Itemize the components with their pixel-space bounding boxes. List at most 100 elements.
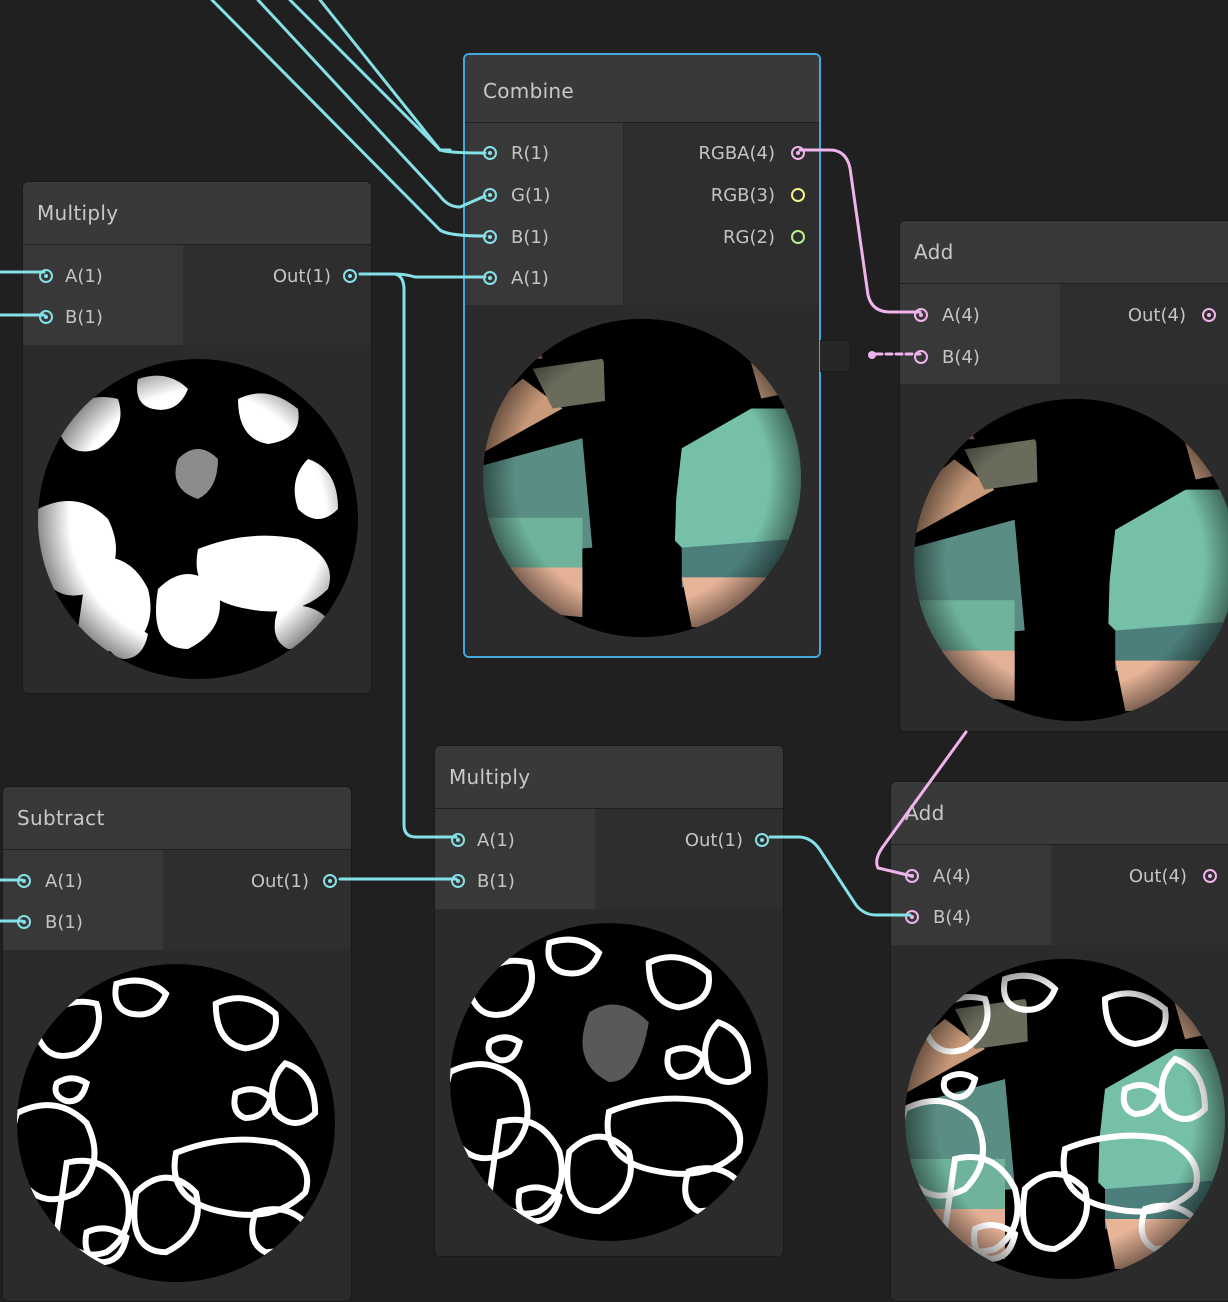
- port-pin-icon[interactable]: [791, 188, 805, 202]
- port-section: A(1) B(1) Out(1): [23, 245, 371, 346]
- output-port-rg[interactable]: RG(2): [723, 225, 805, 251]
- input-ports: A(4) B(4): [891, 845, 1053, 945]
- node-title[interactable]: Multiply: [23, 182, 371, 245]
- wire-multiply-to-add-b[interactable]: [768, 835, 912, 917]
- port-pin-icon[interactable]: [17, 915, 31, 929]
- input-port-b[interactable]: B(1): [483, 225, 549, 251]
- input-port-a[interactable]: A(1): [17, 869, 83, 895]
- input-port-b[interactable]: B(1): [17, 910, 83, 936]
- multiply-node-bottom[interactable]: Multiply A(1) B(1) Out(1): [434, 745, 784, 1257]
- port-label: B(4): [933, 907, 971, 928]
- subtract-node[interactable]: Subtract A(1) B(1) Out(1): [2, 786, 352, 1302]
- input-ports: A(4) B(4): [900, 284, 1062, 384]
- outline-mask-sphere-preview: [450, 923, 768, 1241]
- port-pin-icon[interactable]: [905, 869, 919, 883]
- default-value-pin-icon[interactable]: [868, 351, 876, 359]
- port-label: A(1): [511, 268, 549, 289]
- port-section: A(1) B(1) Out(1): [3, 850, 351, 951]
- output-ports: RGBA(4) RGB(3) RG(2): [625, 123, 819, 305]
- output-ports: Out(4): [1060, 284, 1228, 384]
- input-port-a[interactable]: A(1): [39, 264, 103, 290]
- port-label: A(4): [933, 866, 971, 887]
- port-section: A(4) B(4) Out(4): [900, 284, 1228, 385]
- port-label: Out(1): [684, 830, 743, 851]
- node-title[interactable]: Add: [891, 782, 1228, 845]
- port-label: A(1): [477, 830, 515, 851]
- outlined-colored-sphere-preview: [905, 959, 1225, 1279]
- port-label: Out(4): [1128, 866, 1187, 887]
- port-pin-icon[interactable]: [451, 833, 465, 847]
- port-pin-icon[interactable]: [755, 833, 769, 847]
- port-section: A(1) B(1) Out(1): [435, 809, 783, 910]
- outline-mask-sphere-preview: [17, 964, 335, 1282]
- output-ports: Out(4): [1051, 845, 1228, 945]
- input-port-a[interactable]: A(4): [905, 864, 971, 890]
- combine-node[interactable]: Combine R(1) G(1) B(1) A(1) RGBA(4) RGB(…: [463, 53, 821, 658]
- node-title[interactable]: Subtract: [3, 787, 351, 850]
- port-pin-icon[interactable]: [905, 910, 919, 924]
- mask-sphere-preview: [38, 359, 358, 679]
- port-pin-icon[interactable]: [483, 230, 497, 244]
- node-title[interactable]: Add: [900, 221, 1228, 284]
- input-port-b[interactable]: B(1): [39, 305, 103, 331]
- input-ports: A(1) B(1): [23, 245, 185, 345]
- input-port-b[interactable]: B(4): [914, 345, 980, 371]
- input-port-a[interactable]: A(1): [483, 266, 549, 292]
- port-label: RG(2): [723, 227, 775, 248]
- output-port-rgb[interactable]: RGB(3): [711, 183, 805, 209]
- input-ports: A(1) B(1): [435, 809, 597, 909]
- preview-panel: [891, 945, 1228, 1301]
- input-port-a[interactable]: A(4): [914, 303, 980, 329]
- output-port-out[interactable]: Out(4): [1128, 303, 1216, 329]
- input-port-g[interactable]: G(1): [483, 183, 550, 209]
- port-pin-icon[interactable]: [483, 188, 497, 202]
- input-port-b[interactable]: B(1): [451, 869, 515, 895]
- preview-panel: [465, 305, 819, 656]
- output-port-out[interactable]: Out(1): [685, 828, 769, 854]
- port-pin-icon[interactable]: [39, 310, 53, 324]
- preview-panel: [23, 345, 371, 693]
- port-pin-icon[interactable]: [17, 874, 31, 888]
- port-pin-icon[interactable]: [343, 269, 357, 283]
- input-port-b[interactable]: B(4): [905, 905, 971, 931]
- preview-panel: [900, 384, 1228, 731]
- default-value-field[interactable]: [820, 340, 851, 372]
- port-pin-icon[interactable]: [39, 269, 53, 283]
- preview-panel: [435, 909, 783, 1256]
- add-node-top[interactable]: Add A(4) B(4) Out(4): [899, 220, 1228, 732]
- preview-panel: [3, 950, 351, 1301]
- port-pin-icon[interactable]: [323, 874, 337, 888]
- output-port-out[interactable]: Out(1): [273, 264, 357, 290]
- output-port-out[interactable]: Out(4): [1129, 864, 1217, 890]
- input-ports: R(1) G(1) B(1) A(1): [465, 123, 623, 305]
- output-port-out[interactable]: Out(1): [251, 869, 337, 895]
- wire-top[interactable]: [318, 0, 452, 152]
- add-node-bottom[interactable]: Add A(4) B(4) Out(4): [890, 781, 1228, 1302]
- port-pin-icon[interactable]: [914, 308, 928, 322]
- output-ports: Out(1): [595, 809, 783, 909]
- output-ports: Out(1): [183, 245, 371, 345]
- input-ports: A(1) B(1): [3, 850, 165, 950]
- port-pin-icon[interactable]: [1202, 308, 1216, 322]
- input-port-a[interactable]: A(1): [451, 828, 515, 854]
- port-label: B(1): [477, 871, 515, 892]
- port-label: Out(4): [1127, 305, 1186, 326]
- colored-sphere-preview: [483, 319, 801, 637]
- port-pin-icon[interactable]: [483, 146, 497, 160]
- input-port-r[interactable]: R(1): [483, 141, 549, 167]
- port-pin-icon[interactable]: [451, 874, 465, 888]
- port-pin-icon[interactable]: [791, 230, 805, 244]
- colored-sphere-preview: [914, 399, 1228, 721]
- node-title[interactable]: Combine: [465, 55, 819, 123]
- port-label: A(4): [942, 305, 980, 326]
- port-pin-icon[interactable]: [914, 350, 928, 364]
- multiply-node-top[interactable]: Multiply A(1) B(1) Out(1): [22, 181, 372, 694]
- output-port-rgba[interactable]: RGBA(4): [698, 141, 805, 167]
- port-pin-icon[interactable]: [483, 271, 497, 285]
- wire-to-combine-g[interactable]: [256, 0, 487, 209]
- node-title[interactable]: Multiply: [435, 746, 783, 809]
- port-pin-icon[interactable]: [1203, 869, 1217, 883]
- wire-to-combine-r[interactable]: [288, 0, 487, 155]
- port-pin-icon[interactable]: [791, 146, 805, 160]
- port-label: A(1): [65, 266, 103, 287]
